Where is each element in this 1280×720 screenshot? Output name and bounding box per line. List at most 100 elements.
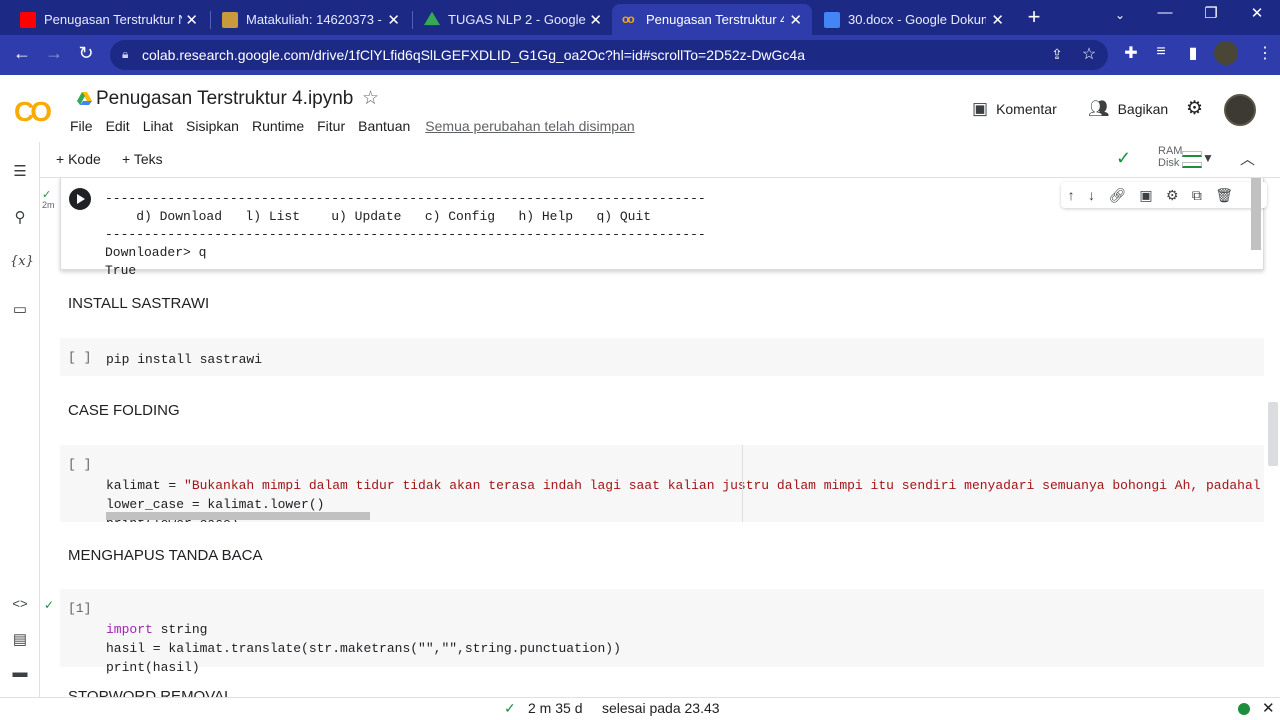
- status-check-icon: ✓: [504, 700, 516, 716]
- code-snippets-icon[interactable]: <>: [10, 596, 30, 611]
- menu-edit[interactable]: Edit: [106, 118, 130, 134]
- variables-icon[interactable]: {x}: [10, 254, 34, 269]
- browser-tab-3[interactable]: TUGAS NLP 2 - Google D ✕: [414, 4, 612, 35]
- collapse-chevron-up-icon[interactable]: ︿: [1240, 148, 1255, 169]
- browser-toolbar: ← → ↻ 🔒︎ colab.research.google.com/drive…: [0, 35, 1280, 75]
- resource-monitor[interactable]: RAM Disk: [1158, 145, 1182, 169]
- close-icon[interactable]: ✕: [185, 11, 198, 29]
- files-folder-icon[interactable]: ▭: [10, 300, 30, 318]
- google-drive-icon: [424, 11, 440, 26]
- tab-title: Penugasan Terstruktur NL: [44, 12, 182, 27]
- lock-icon: 🔒︎: [122, 47, 129, 61]
- settings-gear-icon[interactable]: ⚙: [1166, 187, 1179, 204]
- browser-menu-kebab-icon[interactable]: ⋮: [1254, 43, 1276, 63]
- terminal-icon[interactable]: ▬: [10, 664, 30, 681]
- save-status-link[interactable]: Semua perubahan telah disimpan: [425, 118, 634, 134]
- forward-arrow-icon[interactable]: →: [42, 43, 66, 64]
- connected-check-icon: ✓: [1116, 148, 1132, 168]
- bookmark-star-icon[interactable]: ☆: [1078, 44, 1100, 64]
- browser-tab-2[interactable]: Matakuliah: 14620373 - F ✕: [212, 4, 410, 35]
- move-down-arrow-icon[interactable]: ↓: [1088, 187, 1095, 203]
- close-icon[interactable]: ✕: [387, 11, 400, 29]
- ruler-line: [742, 445, 743, 522]
- cell-toolbar: ↑ ↓ 🔗︎ ▣ ⚙ ⧉ 🗑︎ ⋮: [1061, 182, 1267, 208]
- share-label: Bagikan: [1117, 101, 1169, 117]
- back-arrow-icon[interactable]: ←: [10, 43, 34, 64]
- mirror-cell-icon[interactable]: ⧉: [1192, 187, 1202, 204]
- menu-file[interactable]: File: [70, 118, 93, 134]
- close-icon[interactable]: ✕: [991, 11, 1004, 29]
- menu-help[interactable]: Bantuan: [358, 118, 410, 134]
- comment-icon[interactable]: ▣: [1139, 187, 1152, 204]
- run-cell-button[interactable]: [69, 188, 91, 210]
- close-icon[interactable]: ✕: [789, 11, 802, 29]
- add-text-cell-button[interactable]: + Teks: [122, 151, 163, 167]
- browser-tab-4-active[interactable]: oo Penugasan Terstruktur 4. ✕: [612, 4, 812, 35]
- executed-check-icon: ✓: [44, 598, 55, 612]
- finished-time: selesai pada 23.43: [602, 700, 720, 716]
- settings-gear-icon[interactable]: ⚙: [1186, 97, 1203, 120]
- menu-insert[interactable]: Sisipkan: [186, 118, 239, 134]
- section-heading: MENGHAPUS TANDA BACA: [68, 547, 263, 564]
- colab-logo[interactable]: CO: [14, 96, 52, 128]
- keyword: import: [106, 622, 153, 637]
- close-icon[interactable]: ✕: [589, 11, 602, 29]
- browser-tab-5[interactable]: 30.docx - Google Dokum ✕: [814, 4, 1014, 35]
- url-text[interactable]: colab.research.google.com/drive/1fClYLfi…: [142, 47, 805, 63]
- extensions-puzzle-icon[interactable]: ✚: [1120, 43, 1142, 63]
- run-cell-button[interactable]: [ ]: [68, 350, 91, 365]
- browser-tab-1[interactable]: Penugasan Terstruktur NL ✕: [10, 4, 208, 35]
- menu-tools[interactable]: Fitur: [317, 118, 345, 134]
- delete-trash-icon[interactable]: 🗑︎: [1215, 187, 1233, 204]
- minimize-icon[interactable]: —: [1150, 4, 1180, 21]
- code-cell[interactable]: [ ] kalimat = "Bukankah mimpi dalam tidu…: [60, 445, 1264, 522]
- runtime-dropdown-icon[interactable]: ▼: [1202, 151, 1214, 165]
- university-icon: [222, 11, 238, 28]
- runtime-status-dot: [1238, 703, 1250, 715]
- menu-view[interactable]: Lihat: [143, 118, 173, 134]
- horizontal-scrollbar[interactable]: [106, 512, 370, 520]
- share-page-icon[interactable]: ⇪: [1046, 46, 1068, 63]
- link-icon[interactable]: 🔗︎: [1108, 187, 1126, 204]
- code-cell[interactable]: [ ] pip install sastrawi: [60, 338, 1264, 376]
- table-of-contents-icon[interactable]: ☰: [10, 162, 30, 180]
- restore-icon[interactable]: ❐: [1196, 4, 1226, 22]
- code-cell[interactable]: [1] import string hasil = kalimat.transla…: [60, 589, 1264, 675]
- menu-runtime[interactable]: Runtime: [252, 118, 304, 134]
- side-panel-icon[interactable]: ▮: [1182, 43, 1204, 63]
- output-scrollbar[interactable]: [1251, 178, 1261, 250]
- new-tab-plus-icon[interactable]: +: [1022, 4, 1046, 30]
- share-button[interactable]: 👥︎ Bagikan: [1088, 99, 1168, 119]
- code-line[interactable]: pip install sastrawi: [106, 350, 262, 369]
- run-duration: 2 m 35 d: [528, 700, 583, 716]
- output-line: ----------------------------------------…: [105, 191, 706, 206]
- output-cell[interactable]: ----------------------------------------…: [60, 178, 1267, 278]
- close-icon[interactable]: ✕: [1262, 699, 1275, 717]
- run-cell-button[interactable]: [ ]: [68, 457, 91, 472]
- notebook-title[interactable]: Penugasan Terstruktur 4.ipynb: [96, 88, 353, 110]
- code-editor[interactable]: import string hasil = kalimat.translate(s…: [106, 601, 621, 677]
- code-line: print(hasil): [106, 660, 200, 675]
- media-queue-icon[interactable]: ≡: [1150, 43, 1172, 61]
- star-icon[interactable]: ☆: [362, 87, 379, 110]
- profile-avatar[interactable]: [1214, 41, 1238, 65]
- reload-icon[interactable]: ↻: [74, 43, 98, 64]
- left-sidebar: ☰ ⚲ {x} ▭ <> ▤ ▬: [0, 142, 40, 698]
- section-heading: CASE FOLDING: [68, 402, 180, 419]
- window-close-icon[interactable]: ✕: [1242, 4, 1272, 22]
- section-heading: INSTALL SASTRAWI: [68, 295, 210, 312]
- user-avatar[interactable]: [1224, 94, 1256, 126]
- address-bar[interactable]: 🔒︎ colab.research.google.com/drive/1fClY…: [110, 40, 1108, 70]
- command-palette-icon[interactable]: ▤: [10, 630, 30, 648]
- search-icon[interactable]: ⚲: [10, 208, 30, 226]
- move-up-arrow-icon[interactable]: ↑: [1068, 187, 1075, 203]
- page-scrollbar[interactable]: [1268, 402, 1278, 466]
- comment-button[interactable]: ▣ Komentar: [972, 99, 1057, 119]
- comment-label: Komentar: [996, 101, 1057, 117]
- execution-count[interactable]: [1]: [68, 601, 91, 616]
- output-line: ----------------------------------------…: [105, 227, 706, 242]
- comment-icon: ▣: [972, 99, 989, 118]
- tab-search-chevron-icon[interactable]: ⌄: [1105, 8, 1135, 22]
- colab-header: CO Penugasan Terstruktur 4.ipynb ☆ File …: [0, 75, 1280, 142]
- add-code-cell-button[interactable]: + Kode: [56, 151, 101, 167]
